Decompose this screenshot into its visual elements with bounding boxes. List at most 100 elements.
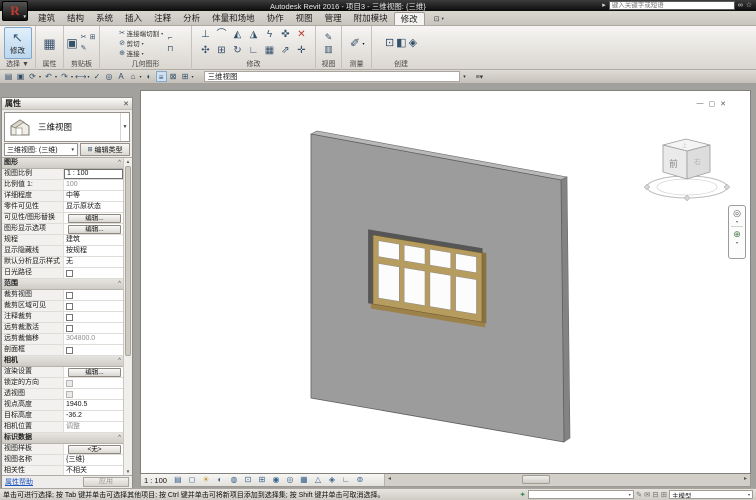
property-row[interactable]: 图形显示选项编辑... <box>2 224 123 235</box>
reveal-constraints-icon[interactable]: ∟ <box>339 474 353 486</box>
measure-dropdown-icon[interactable]: ▾ <box>362 41 364 46</box>
edit-button[interactable]: <无> <box>68 445 121 454</box>
property-row[interactable]: 远剪裁激活 <box>2 323 123 334</box>
join-end-cut-button[interactable]: ✂连接端切割▾ <box>118 28 164 38</box>
offset-icon[interactable]: ⌒ <box>214 27 230 43</box>
tab-注释[interactable]: 注释 <box>148 12 177 25</box>
section-icon[interactable]: ◐ <box>144 71 155 82</box>
hscroll-right-icon[interactable]: ▸ <box>741 474 750 486</box>
viewcube-top-face-label[interactable]: 上 <box>682 142 687 149</box>
visual-style-icon[interactable]: ◻ <box>185 474 199 486</box>
property-value[interactable]: 编辑... <box>64 213 123 223</box>
checkbox-unchecked[interactable] <box>66 325 73 332</box>
active-view-box[interactable]: 三维视图 <box>204 71 460 82</box>
tab-建筑[interactable]: 建筑 <box>32 12 61 25</box>
temporary-view-properties-icon[interactable]: ▦ <box>297 474 311 486</box>
property-value[interactable] <box>64 312 123 322</box>
property-value[interactable]: 编辑... <box>64 367 123 377</box>
property-row[interactable]: 视图样板<无> <box>2 444 123 455</box>
tab-系统[interactable]: 系统 <box>90 12 119 25</box>
property-value[interactable] <box>64 301 123 311</box>
tab-管理[interactable]: 管理 <box>319 12 348 25</box>
application-menu-button[interactable]: R▾ <box>2 1 28 21</box>
checkbox-unchecked[interactable] <box>66 314 73 321</box>
property-row[interactable]: 剖面框 <box>2 345 123 356</box>
cope-icon[interactable]: ⌐ <box>167 32 173 43</box>
tag-icon[interactable]: ◎ <box>104 71 115 82</box>
reveal-hidden-elements-icon[interactable]: ◎ <box>283 474 297 486</box>
active-view-dropdown-icon[interactable]: ▾ <box>460 74 470 80</box>
property-value[interactable] <box>64 290 123 300</box>
create-similar-icon[interactable]: ◈ <box>409 36 417 50</box>
edit-button[interactable]: 编辑... <box>68 214 121 223</box>
property-value[interactable] <box>64 378 123 388</box>
default-3d-view-icon-dropdown[interactable]: ▾ <box>140 74 142 79</box>
checkbox-unchecked[interactable] <box>66 292 73 299</box>
drawing-canvas[interactable]: —▢✕ <box>140 90 751 474</box>
viewcube-right-face-label[interactable]: 右 <box>694 157 701 166</box>
type-selector-dropdown-icon[interactable]: ▼ <box>120 113 129 141</box>
thin-lines-icon[interactable]: ≡ <box>156 71 167 82</box>
tab-协作[interactable]: 协作 <box>261 12 290 25</box>
property-value[interactable]: 中等 <box>64 191 123 201</box>
cut-geometry-dropdown-icon[interactable]: ▾ <box>142 41 144 46</box>
properties-help-link[interactable]: 属性帮助 <box>5 477 33 487</box>
highlight-displacement-icon[interactable]: ◈ <box>325 474 339 486</box>
close-view-icon[interactable]: ✕ <box>720 100 726 108</box>
show-crop-region-icon[interactable]: ⊞ <box>255 474 269 486</box>
property-row[interactable]: 视图名称{三维} <box>2 455 123 466</box>
view-scale-button[interactable]: 1 : 100 <box>144 476 167 485</box>
join-geometry-button[interactable]: ⊕连接▾ <box>118 48 164 58</box>
property-row[interactable]: 相机位置调整 <box>2 422 123 433</box>
align-icon[interactable]: ⊥ <box>198 27 214 43</box>
tab-附加模块[interactable]: 附加模块 <box>348 12 394 25</box>
property-row[interactable]: 裁剪视图 <box>2 290 123 301</box>
property-row[interactable]: 日光路径 <box>2 268 123 279</box>
trim-extend-icon[interactable]: ∟ <box>246 43 262 59</box>
edit-button[interactable]: 编辑... <box>68 225 121 234</box>
hscroll-left-icon[interactable]: ◂ <box>385 474 394 486</box>
default-3d-view-icon[interactable]: ⌂ <box>128 71 139 82</box>
properties-scrollbar[interactable]: ▲ ▼ <box>123 158 132 475</box>
mirror-pick-axis-icon[interactable]: ◭ <box>230 27 246 43</box>
join-geometry-dropdown-icon[interactable]: ▾ <box>142 51 144 56</box>
unpin-icon[interactable]: ✛ <box>294 43 310 59</box>
modify-button[interactable]: ↖ 修改 <box>4 27 32 59</box>
tab-结构[interactable]: 结构 <box>61 12 90 25</box>
copy-to-clipboard-icon[interactable]: ⊞ <box>88 32 97 43</box>
scrollbar-thumb[interactable] <box>125 166 131 356</box>
property-row[interactable]: 渲染设置编辑... <box>2 367 123 378</box>
mirror-draw-axis-icon[interactable]: ◮ <box>246 27 262 43</box>
wall-joins-icon[interactable]: ⊓ <box>167 43 173 54</box>
compass-south-marker[interactable] <box>684 195 690 201</box>
create-parts-icon[interactable]: ◧ <box>396 36 406 50</box>
aligned-dimension-icon[interactable]: ✓ <box>92 71 103 82</box>
property-value[interactable]: {三维} <box>64 455 123 465</box>
hide-elements-icon[interactable]: ▥ <box>324 43 333 55</box>
property-row[interactable]: 透视图 <box>2 389 123 400</box>
rotate-icon[interactable]: ↻ <box>230 43 246 59</box>
property-value[interactable] <box>64 323 123 333</box>
property-row[interactable]: 规程建筑 <box>2 235 123 246</box>
tab-视图[interactable]: 视图 <box>290 12 319 25</box>
text-icon[interactable]: A <box>116 71 127 82</box>
property-value[interactable] <box>64 389 123 399</box>
property-value[interactable]: 不相关 <box>64 466 123 475</box>
property-value[interactable] <box>64 345 123 355</box>
tab-分析[interactable]: 分析 <box>177 12 206 25</box>
measure-icon-dropdown[interactable]: ▾ <box>88 74 90 79</box>
show-analytical-model-icon[interactable]: △ <box>311 474 325 486</box>
type-selector[interactable]: 三维视图 ▼ <box>4 112 130 142</box>
checkbox-unchecked[interactable] <box>66 347 73 354</box>
pin-icon[interactable]: ✜ <box>278 27 294 43</box>
property-row[interactable]: 默认分析显示样式无 <box>2 257 123 268</box>
viewcube[interactable]: 前 右 上 <box>639 131 749 209</box>
crop-view-icon[interactable]: ⊡ <box>241 474 255 486</box>
property-value[interactable]: <无> <box>64 444 123 454</box>
instance-selector[interactable]: 三维视图: (三维) ▼ <box>4 143 78 156</box>
override-graphics-icon[interactable]: ✎ <box>325 31 333 43</box>
property-value[interactable]: 建筑 <box>64 235 123 245</box>
sun-path-icon[interactable]: ☀ <box>199 474 213 486</box>
requests-icon[interactable]: ✉ <box>644 490 650 499</box>
delete-icon[interactable]: ✕ <box>294 27 310 43</box>
